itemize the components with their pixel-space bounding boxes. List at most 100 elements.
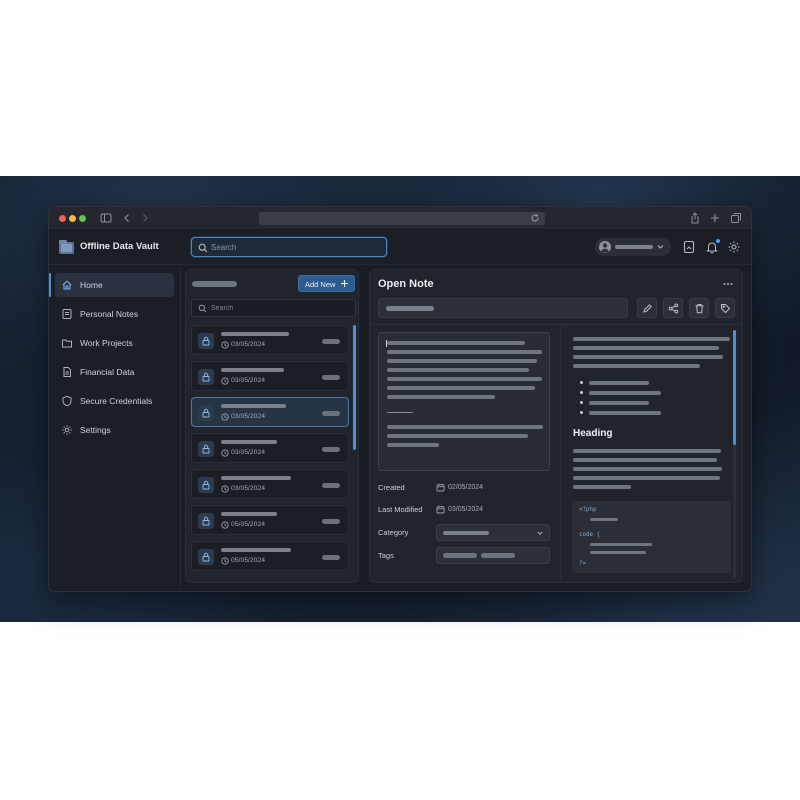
bullet-point: [580, 401, 583, 404]
text-line: [387, 443, 439, 447]
user-menu[interactable]: [595, 238, 671, 256]
text-line: [387, 386, 535, 390]
maximize-window-button[interactable]: [79, 215, 86, 222]
list-search[interactable]: [191, 299, 356, 317]
list-item[interactable]: 05/05/2024: [191, 505, 349, 535]
list-item-selected[interactable]: 03/05/2024: [191, 397, 349, 427]
new-tab-icon[interactable]: [709, 212, 721, 224]
tabs-overview-icon[interactable]: [730, 212, 742, 224]
more-options-icon[interactable]: [722, 278, 734, 290]
list-item[interactable]: 03/05/2024: [191, 361, 349, 391]
note-date: 03/05/2024: [231, 413, 266, 420]
tag-chip[interactable]: [481, 553, 515, 558]
preview-list-line: [589, 401, 649, 405]
back-arrow-icon[interactable]: [121, 212, 133, 224]
share-button[interactable]: [663, 298, 683, 318]
note-title-placeholder: [221, 368, 284, 372]
sidebar-item-work-projects[interactable]: Work Projects: [55, 331, 174, 355]
list-item[interactable]: 03/05/2024: [191, 325, 349, 355]
url-bar[interactable]: [259, 212, 545, 225]
code-block: <?php code { ?>: [572, 501, 731, 573]
minimize-window-button[interactable]: [69, 215, 76, 222]
shield-icon: [61, 395, 73, 407]
add-new-button[interactable]: Add New: [298, 275, 355, 292]
notification-bell-icon[interactable]: [705, 239, 720, 254]
panel-heading: Open Note: [378, 278, 434, 290]
list-search-input[interactable]: [211, 303, 351, 314]
preview-text-line: [573, 449, 721, 453]
chevron-down-icon: [656, 242, 665, 251]
share-icon[interactable]: [689, 212, 701, 224]
panel-divider: [370, 324, 742, 325]
lock-icon: [198, 513, 214, 529]
calendar-icon: [436, 505, 445, 514]
pencil-icon: [643, 304, 652, 313]
preview-text-line: [573, 355, 723, 359]
browser-titlebar: [49, 207, 751, 230]
sidebar-item-label: Secure Credentials: [80, 396, 153, 406]
preview-text-line: [573, 364, 700, 368]
category-select[interactable]: [436, 524, 550, 541]
sidebar-item-settings[interactable]: Settings: [55, 418, 174, 442]
global-search[interactable]: [191, 237, 387, 257]
preview-text-line: [573, 458, 717, 462]
preview-list-line: [589, 391, 661, 395]
clock-icon: [221, 341, 229, 349]
avatar: [599, 241, 611, 253]
tag-icon: [721, 304, 731, 314]
note-badge-placeholder: [322, 519, 340, 524]
vault-logo-icon: [59, 240, 74, 254]
text-rule: [387, 412, 413, 413]
list-scrollbar[interactable]: [353, 325, 356, 450]
note-badge-placeholder: [322, 483, 340, 488]
note-title-placeholder: [221, 332, 289, 336]
lock-icon: [198, 369, 214, 385]
code-keyword: code {: [579, 532, 600, 538]
clock-icon: [221, 485, 229, 493]
sidebar-item-personal-notes[interactable]: Personal Notes: [55, 302, 174, 326]
calendar-icon: [436, 483, 445, 492]
code-close-tag: ?>: [579, 561, 586, 567]
code-open-tag: <?php: [579, 507, 597, 513]
text-line: [387, 377, 542, 381]
sidebar-toggle-icon[interactable]: [100, 212, 112, 224]
editor-preview-divider[interactable]: [560, 325, 561, 580]
preview-scrollbar[interactable]: [733, 330, 736, 445]
sidebar-item-financial-data[interactable]: Financial Data: [55, 360, 174, 384]
edit-button[interactable]: [637, 298, 657, 318]
close-window-button[interactable]: [59, 215, 66, 222]
list-item[interactable]: 05/05/2024: [191, 541, 349, 571]
text-line: [387, 425, 543, 429]
forward-arrow-icon[interactable]: [139, 212, 151, 224]
note-icon: [61, 308, 73, 320]
note-title-placeholder: [386, 306, 434, 311]
code-line: [590, 551, 646, 554]
note-title-input[interactable]: [378, 298, 628, 318]
global-search-input[interactable]: [211, 241, 381, 254]
tag-button[interactable]: [715, 298, 735, 318]
clock-icon: [221, 413, 229, 421]
text-line: [387, 368, 529, 372]
gear-icon[interactable]: [727, 240, 741, 254]
preview-text-line: [573, 467, 722, 471]
chevron-down-icon: [536, 529, 544, 537]
preview-list-line: [589, 381, 649, 385]
lock-icon: [198, 333, 214, 349]
list-item[interactable]: 03/05/2024: [191, 469, 349, 499]
delete-button[interactable]: [689, 298, 709, 318]
clock-icon: [221, 521, 229, 529]
lock-icon: [198, 441, 214, 457]
tag-chip[interactable]: [443, 553, 477, 558]
list-item[interactable]: 03/05/2024: [191, 433, 349, 463]
reload-icon[interactable]: [530, 213, 540, 223]
notes-list-panel: Add New 03/05/2024 03/05/2024: [185, 269, 359, 583]
sidebar-item-secure-credentials[interactable]: Secure Credentials: [55, 389, 174, 413]
sidebar-item-home[interactable]: Home: [49, 273, 174, 297]
tags-field[interactable]: [436, 547, 550, 564]
bookmark-icon[interactable]: [682, 240, 696, 254]
note-editor[interactable]: [378, 332, 550, 471]
note-date: 03/05/2024: [231, 485, 266, 492]
lock-icon: [198, 549, 214, 565]
add-new-label: Add New: [305, 280, 336, 289]
notification-dot: [716, 239, 720, 243]
